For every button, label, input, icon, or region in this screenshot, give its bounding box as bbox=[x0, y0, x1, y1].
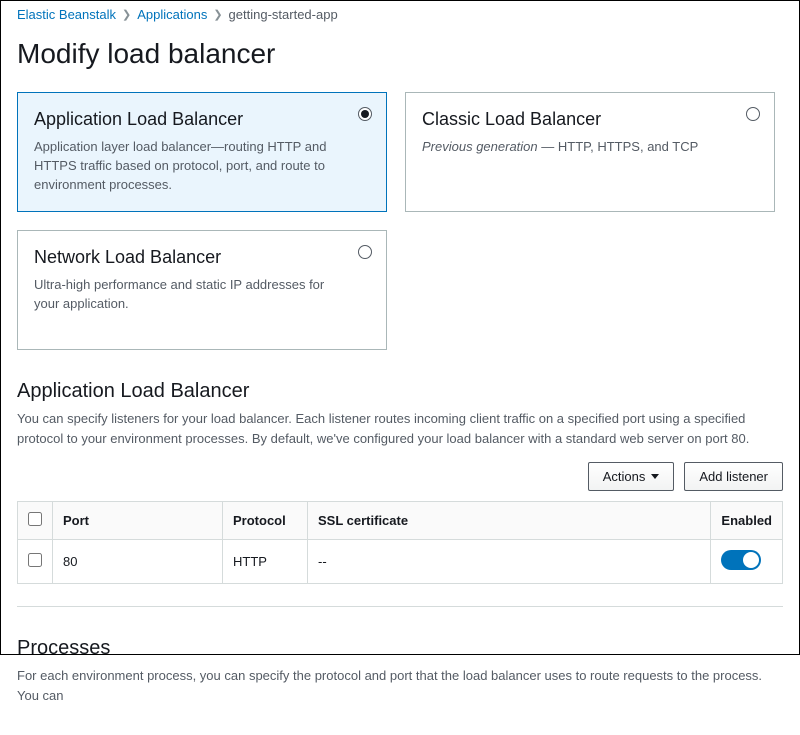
actions-dropdown-button[interactable]: Actions bbox=[588, 462, 675, 491]
card-title: Classic Load Balancer bbox=[422, 109, 724, 130]
section-description: You can specify listeners for your load … bbox=[17, 409, 783, 448]
card-network-load-balancer[interactable]: Network Load Balancer Ultra-high perform… bbox=[17, 230, 387, 350]
card-classic-load-balancer[interactable]: Classic Load Balancer Previous generatio… bbox=[405, 92, 775, 212]
page-title: Modify load balancer bbox=[17, 38, 783, 70]
header-select-all[interactable] bbox=[18, 502, 53, 540]
card-description: Ultra-high performance and static IP add… bbox=[34, 276, 336, 314]
chevron-right-icon: ❯ bbox=[122, 8, 131, 21]
chevron-right-icon: ❯ bbox=[213, 8, 222, 21]
card-title: Network Load Balancer bbox=[34, 247, 336, 268]
header-protocol: Protocol bbox=[223, 502, 308, 540]
section-title-processes: Processes bbox=[17, 637, 783, 660]
card-description: Previous generation — HTTP, HTTPS, and T… bbox=[422, 138, 724, 157]
breadcrumb-link-root[interactable]: Elastic Beanstalk bbox=[17, 7, 116, 22]
select-all-checkbox[interactable] bbox=[28, 512, 42, 526]
section-description: For each environment process, you can sp… bbox=[17, 666, 783, 705]
cell-ssl: -- bbox=[308, 540, 711, 584]
card-application-load-balancer[interactable]: Application Load Balancer Application la… bbox=[17, 92, 387, 212]
header-ssl: SSL certificate bbox=[308, 502, 711, 540]
header-enabled: Enabled bbox=[711, 502, 783, 540]
listeners-table: Port Protocol SSL certificate Enabled 80… bbox=[17, 501, 783, 584]
radio-selected-icon[interactable] bbox=[358, 107, 372, 121]
card-title: Application Load Balancer bbox=[34, 109, 336, 130]
table-row[interactable]: 80 HTTP -- bbox=[18, 540, 783, 584]
radio-unselected-icon[interactable] bbox=[358, 245, 372, 259]
breadcrumb-current: getting-started-app bbox=[229, 7, 338, 22]
caret-down-icon bbox=[651, 474, 659, 479]
table-header-row: Port Protocol SSL certificate Enabled bbox=[18, 502, 783, 540]
header-port: Port bbox=[53, 502, 223, 540]
enabled-toggle[interactable] bbox=[721, 550, 761, 570]
breadcrumb: Elastic Beanstalk ❯ Applications ❯ getti… bbox=[17, 1, 783, 28]
section-title-alb: Application Load Balancer bbox=[17, 380, 783, 403]
cell-protocol: HTTP bbox=[223, 540, 308, 584]
row-checkbox[interactable] bbox=[28, 553, 42, 567]
cell-port: 80 bbox=[53, 540, 223, 584]
card-description: Application layer load balancer—routing … bbox=[34, 138, 336, 195]
breadcrumb-link-applications[interactable]: Applications bbox=[137, 7, 207, 22]
add-listener-button[interactable]: Add listener bbox=[684, 462, 783, 491]
divider bbox=[17, 606, 783, 607]
radio-unselected-icon[interactable] bbox=[746, 107, 760, 121]
